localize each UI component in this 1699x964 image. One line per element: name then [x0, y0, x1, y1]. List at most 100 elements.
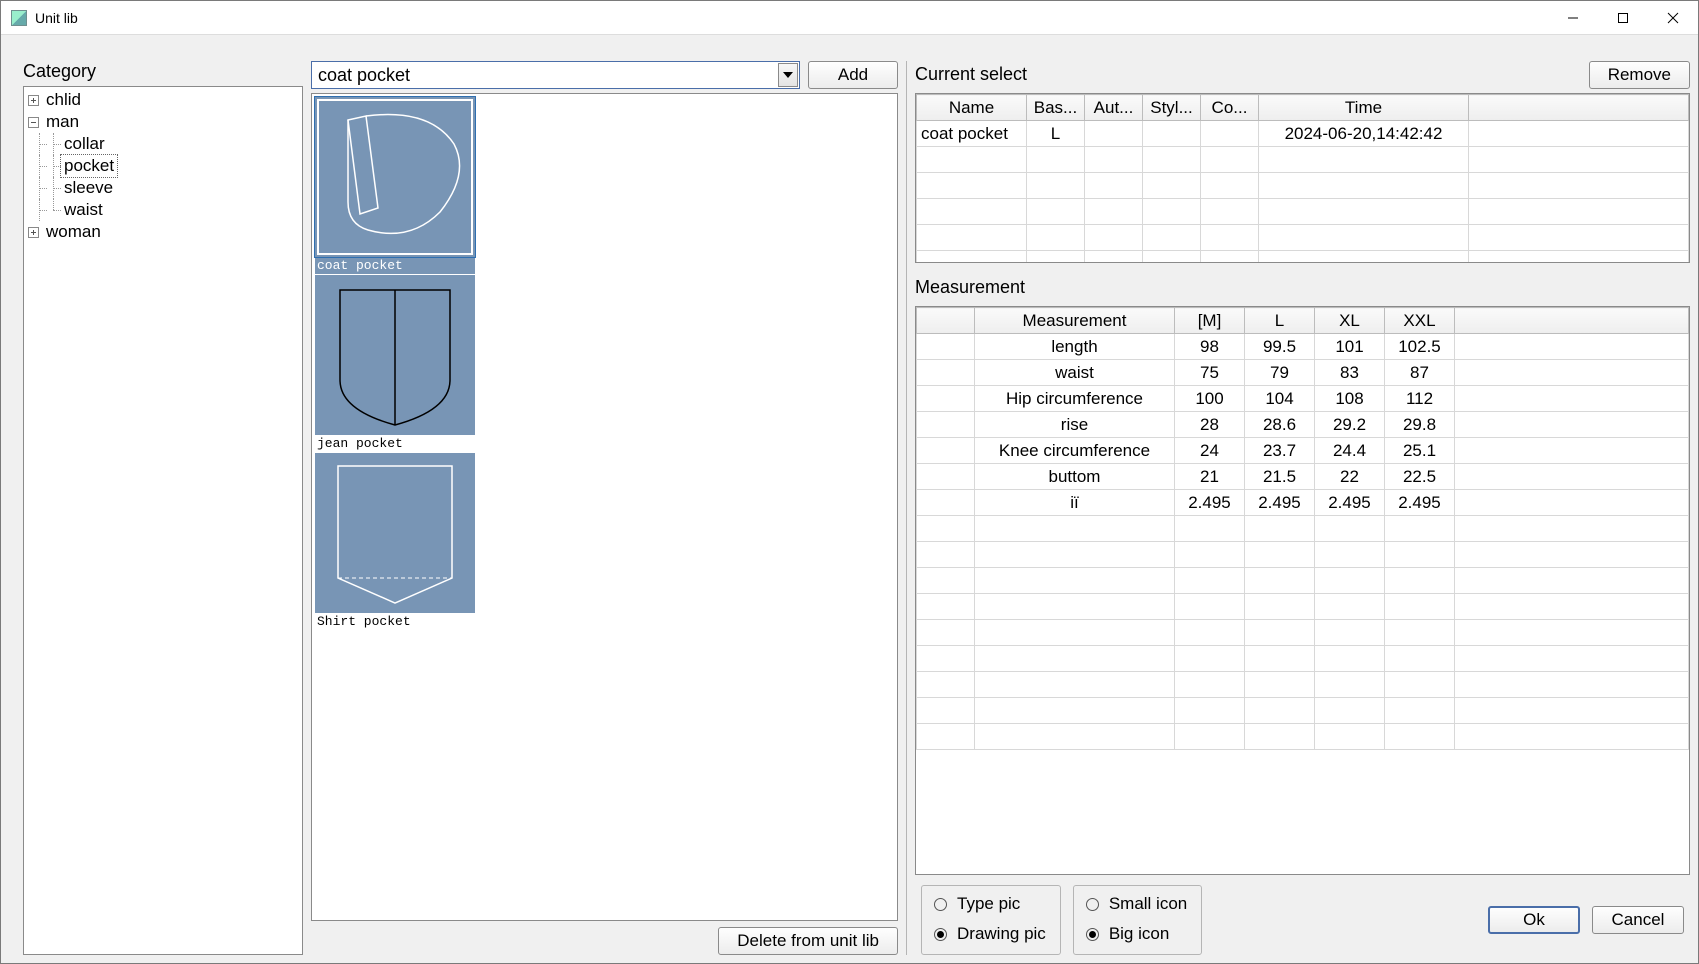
tree-label: chlid	[43, 89, 84, 111]
table-row[interactable]	[917, 724, 1689, 750]
cell	[1469, 121, 1689, 147]
radio-icon	[934, 898, 947, 911]
cell	[1385, 724, 1455, 750]
table-row[interactable]: buttom2121.52222.5	[917, 464, 1689, 490]
cancel-button[interactable]: Cancel	[1592, 906, 1684, 934]
radio-big-icon[interactable]: Big icon	[1086, 924, 1187, 944]
tree-item-man[interactable]: man	[28, 111, 298, 133]
table-row[interactable]: Knee circumference2423.724.425.1	[917, 438, 1689, 464]
table-row[interactable]: coat pocket L 2024-06-20,14:42:42	[917, 121, 1689, 147]
table-row[interactable]	[917, 516, 1689, 542]
minimize-button[interactable]	[1548, 1, 1598, 34]
table-row[interactable]	[917, 646, 1689, 672]
tree-label: pocket	[61, 155, 117, 177]
table-row[interactable]	[917, 698, 1689, 724]
table-row[interactable]: Hip circumference100104108112	[917, 386, 1689, 412]
col-styl[interactable]: Styl...	[1143, 95, 1201, 121]
table-row[interactable]	[917, 251, 1689, 264]
expand-icon[interactable]	[28, 95, 39, 106]
radio-type-pic[interactable]: Type pic	[934, 894, 1046, 914]
col-base[interactable]: Bas...	[1027, 95, 1085, 121]
measurement-table[interactable]: Measurement [M] L XL XXL length9899.5101…	[915, 306, 1690, 875]
maximize-button[interactable]	[1598, 1, 1648, 34]
icon-size-group: Small icon Big icon	[1073, 885, 1202, 955]
col-extra[interactable]	[1455, 308, 1689, 334]
tree-label: woman	[43, 221, 104, 243]
thumb-jean-pocket[interactable]: jean pocket	[315, 275, 475, 452]
cell	[1245, 594, 1315, 620]
client-area: Category chlid man collar	[1, 35, 1698, 963]
thumbnail-list[interactable]: coat pocket jean pocket	[311, 93, 898, 921]
tree-item-waist[interactable]: waist	[28, 199, 298, 221]
table-row[interactable]	[917, 542, 1689, 568]
cell	[1315, 672, 1385, 698]
col-measurement[interactable]: Measurement	[975, 308, 1175, 334]
cell: Hip circumference	[975, 386, 1175, 412]
col-name[interactable]: Name	[917, 95, 1027, 121]
radio-drawing-pic[interactable]: Drawing pic	[934, 924, 1046, 944]
item-name-combo[interactable]: coat pocket	[311, 61, 800, 89]
ok-button[interactable]: Ok	[1488, 906, 1580, 934]
col-blank[interactable]	[917, 308, 975, 334]
delete-from-unit-lib-button[interactable]: Delete from unit lib	[718, 927, 898, 955]
table-row[interactable]	[917, 672, 1689, 698]
cell	[1245, 646, 1315, 672]
close-button[interactable]	[1648, 1, 1698, 34]
cell	[1245, 542, 1315, 568]
table-row[interactable]: length9899.5101102.5	[917, 334, 1689, 360]
cell: rise	[975, 412, 1175, 438]
cell: 112	[1385, 386, 1455, 412]
combo-dropdown-button[interactable]	[778, 63, 798, 87]
col-xl[interactable]: XL	[1315, 308, 1385, 334]
table-row[interactable]	[917, 147, 1689, 173]
tree-item-chlid[interactable]: chlid	[28, 89, 298, 111]
col-m[interactable]: [M]	[1175, 308, 1245, 334]
add-button[interactable]: Add	[808, 61, 898, 89]
content: Category chlid man collar	[1, 35, 1698, 963]
cell: 75	[1175, 360, 1245, 386]
radio-icon	[1086, 928, 1099, 941]
table-row[interactable]: rise2828.629.229.8	[917, 412, 1689, 438]
col-aut[interactable]: Aut...	[1085, 95, 1143, 121]
table-row[interactable]	[917, 620, 1689, 646]
details-footer: Type pic Drawing pic Small icon	[915, 879, 1690, 955]
thumb-shirt-pocket[interactable]: Shirt pocket	[315, 453, 475, 630]
col-xxl[interactable]: XXL	[1385, 308, 1455, 334]
table-row[interactable]: iï2.4952.4952.4952.495	[917, 490, 1689, 516]
tree-item-sleeve[interactable]: sleeve	[28, 177, 298, 199]
table-row[interactable]	[917, 568, 1689, 594]
app-icon	[11, 10, 27, 26]
radio-label: Type pic	[957, 894, 1020, 914]
table-row[interactable]	[917, 199, 1689, 225]
col-l[interactable]: L	[1245, 308, 1315, 334]
remove-button[interactable]: Remove	[1589, 61, 1690, 89]
cell	[975, 594, 1175, 620]
cell: 83	[1315, 360, 1385, 386]
col-extra[interactable]	[1469, 95, 1689, 121]
tree-item-pocket[interactable]: pocket	[28, 155, 298, 177]
cell	[975, 568, 1175, 594]
cell	[1315, 724, 1385, 750]
table-row[interactable]	[917, 594, 1689, 620]
tree-branch-icon	[33, 177, 47, 199]
thumb-coat-pocket[interactable]: coat pocket	[315, 97, 475, 274]
radio-small-icon[interactable]: Small icon	[1086, 894, 1187, 914]
col-time[interactable]: Time	[1259, 95, 1469, 121]
cell: 2.495	[1245, 490, 1315, 516]
col-co[interactable]: Co...	[1201, 95, 1259, 121]
cell	[975, 542, 1175, 568]
category-tree[interactable]: chlid man collar pocket	[23, 86, 303, 955]
cell	[975, 672, 1175, 698]
collapse-icon[interactable]	[28, 117, 39, 128]
current-select-table[interactable]: Name Bas... Aut... Styl... Co... Time co…	[915, 93, 1690, 263]
table-row[interactable]	[917, 173, 1689, 199]
items-panel: coat pocket Add	[311, 61, 907, 955]
cell: 102.5	[1385, 334, 1455, 360]
cell: 28	[1175, 412, 1245, 438]
tree-item-collar[interactable]: collar	[28, 133, 298, 155]
table-row[interactable]	[917, 225, 1689, 251]
table-row[interactable]: waist75798387	[917, 360, 1689, 386]
cell: 23.7	[1245, 438, 1315, 464]
expand-icon[interactable]	[28, 227, 39, 238]
tree-item-woman[interactable]: woman	[28, 221, 298, 243]
